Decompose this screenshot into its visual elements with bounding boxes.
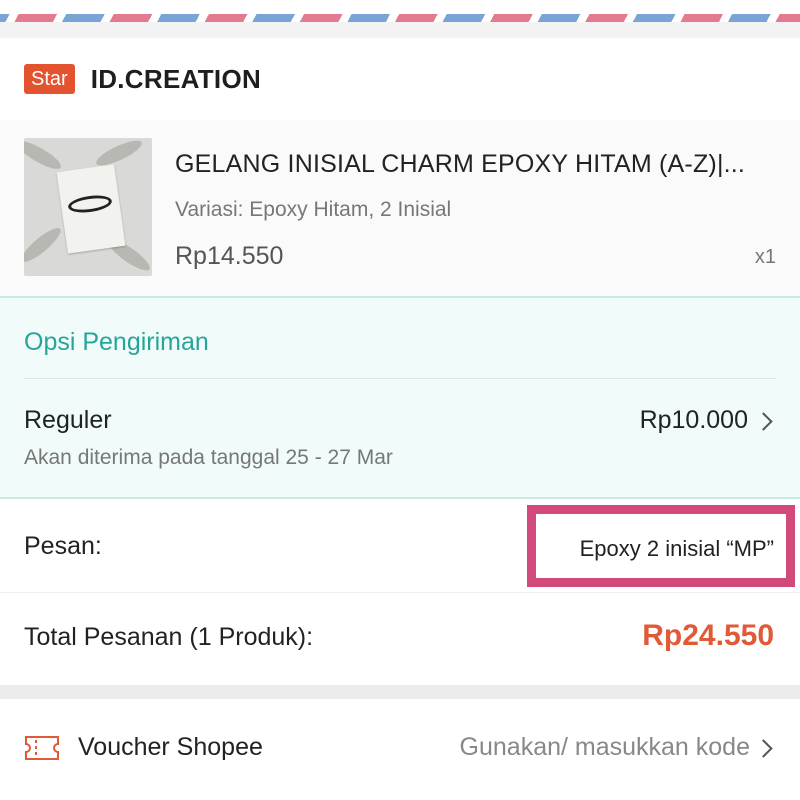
shipping-eta: Akan diterima pada tanggal 25 - 27 Mar: [24, 446, 393, 469]
order-total-label: Total Pesanan (1 Produk):: [24, 623, 314, 651]
product-title[interactable]: GELANG INISIAL CHARM EPOXY HITAM (A-Z)|.…: [175, 150, 745, 179]
chevron-right-icon[interactable]: [754, 412, 773, 431]
order-total-row: Total Pesanan (1 Produk): Rp24.550: [0, 593, 800, 685]
shipping-method[interactable]: Reguler: [24, 406, 112, 435]
product-variant: Variasi: Epoxy Hitam, 2 Inisial: [175, 198, 452, 221]
message-input[interactable]: Epoxy 2 inisial “MP”: [580, 536, 774, 562]
top-spacer: [0, 22, 800, 38]
shop-header[interactable]: Star ID.CREATION: [0, 38, 800, 120]
product-item[interactable]: GELANG INISIAL CHARM EPOXY HITAM (A-Z)|.…: [0, 120, 800, 296]
message-label: Pesan:: [24, 532, 102, 560]
shipping-divider: [24, 378, 776, 379]
shipping-options[interactable]: Opsi Pengiriman Reguler Rp10.000 Akan di…: [0, 296, 800, 499]
product-price: Rp14.550: [175, 242, 284, 270]
star-badge: Star: [24, 64, 75, 94]
shop-name[interactable]: ID.CREATION: [91, 64, 261, 95]
shipping-heading: Opsi Pengiriman: [24, 328, 209, 356]
shipping-price: Rp10.000: [639, 406, 748, 434]
message-row[interactable]: Pesan: Epoxy 2 inisial “MP”: [0, 499, 800, 593]
order-total-value: Rp24.550: [642, 619, 774, 652]
voucher-row[interactable]: Voucher Shopee Gunakan/ masukkan kode: [0, 699, 800, 800]
section-divider: [0, 685, 800, 699]
voucher-code-hint[interactable]: Gunakan/ masukkan kode: [460, 733, 750, 762]
voucher-label: Voucher Shopee: [78, 733, 263, 761]
chevron-right-icon[interactable]: [754, 739, 773, 758]
product-quantity: x1: [754, 246, 776, 268]
ticket-icon: [25, 736, 59, 760]
message-highlight-box: Epoxy 2 inisial “MP”: [527, 505, 795, 587]
airmail-border: [0, 14, 800, 22]
product-thumbnail[interactable]: [24, 138, 152, 276]
